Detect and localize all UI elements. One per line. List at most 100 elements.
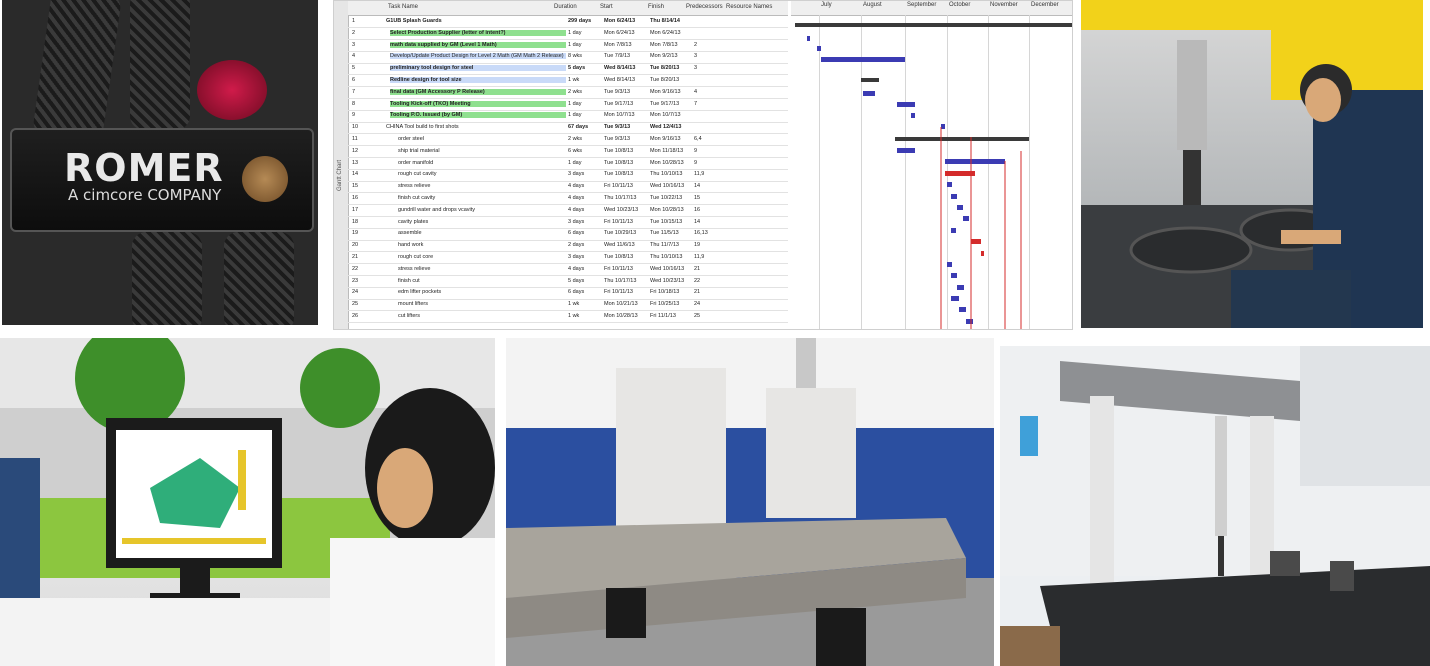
task-predecessors: 4 [694,88,698,95]
row-id: 16 [352,195,359,201]
row-id: 4 [352,53,356,60]
task-bar [951,194,957,199]
task-duration: 1 wk [568,301,580,308]
critical-bar [981,251,984,256]
task-predecessors: 16 [694,206,701,213]
task-predecessors: 9 [694,159,698,166]
task-finish: Mon 9/16/13 [650,88,681,95]
row-id: 3 [352,41,356,48]
table-row: 10 CHINA Tool build to first shots 67 days… [348,122,788,135]
task-finish: Tue 10/22/13 [650,195,683,201]
task-finish: Wed 12/4/13 [650,124,682,131]
cmm-scene [1000,346,1430,666]
task-finish: Tue 8/20/13 [650,65,680,72]
table-row: 1 G1UB Splash Guards 299 days Mon 6/24/13 Th… [348,16,788,29]
row-id: 9 [352,112,356,119]
task-finish: Mon 6/24/13 [650,29,681,36]
task-start: Wed 10/23/13 [604,206,639,213]
task-bar [947,262,952,267]
task-start: Mon 7/8/13 [604,41,632,48]
task-predecessors: 3 [694,53,698,60]
gantt-sidebar: Gantt Chart [334,1,349,329]
task-bar [911,113,915,118]
task-start: Wed 11/6/13 [604,242,635,249]
row-id: 8 [352,100,356,107]
task-predecessors: 2 [694,41,698,48]
task-finish: Tue 11/5/13 [650,230,679,237]
task-predecessors: 16,13 [694,230,708,237]
col-task-name: Task Name [388,4,419,10]
task-name: hand work [398,242,424,249]
table-row: 4 Develop/Update Product Design for Level… [348,51,788,64]
task-finish: Mon 7/8/13 [650,41,678,48]
task-predecessors: 14 [694,183,701,190]
row-id: 17 [352,206,359,213]
table-row: 16 finish cut cavity 4 days Thu 10/17/13 Tue… [348,193,788,206]
task-duration: 2 days [568,242,585,249]
task-bar [821,57,905,62]
task-name: mount lifters [398,301,428,308]
gantt-bars [795,23,1072,329]
task-duration: 4 days [568,195,585,201]
carbon-tube [31,0,123,145]
task-start: Thu 10/17/13 [604,195,637,201]
task-finish: Mon 10/28/13 [650,159,684,166]
carbon-tube [132,232,202,325]
task-predecessors: 19 [694,242,701,249]
task-start: Tue 10/29/13 [604,230,637,237]
task-finish: Mon 10/7/13 [650,112,681,119]
table-row: 19 assemble 6 days Tue 10/29/13 Tue 11/5/13 1… [348,228,788,241]
table-row: 24 edm lifter pockets 6 days Fri 10/11/13 Fr… [348,287,788,300]
task-start: Tue 10/8/13 [604,147,634,154]
task-predecessors: 15 [694,195,701,201]
task-duration: 4 days [568,183,585,190]
carbon-tube [130,0,190,130]
task-name: ship trial material [398,147,440,154]
task-start: Tue 10/8/13 [604,171,634,178]
task-duration: 3 days [568,218,585,225]
task-bar [959,307,966,312]
task-predecessors: 25 [694,313,701,319]
operator-scene [1081,0,1423,328]
task-finish: Fri 10/25/13 [650,301,680,308]
task-duration: 1 day [568,100,582,107]
task-bar [957,205,963,210]
row-id: 26 [352,313,359,319]
task-duration: 1 wk [568,313,580,319]
task-name: Redline design for tool size [390,77,566,83]
task-predecessors: 7 [694,100,698,107]
task-start: Fri 10/11/13 [604,265,633,272]
task-finish: Fri 10/18/13 [650,289,680,296]
task-name: gundrill water and drops vcavity [398,206,476,213]
brass-badge [242,156,288,202]
task-duration: 6 wks [568,147,583,154]
task-duration: 5 days [568,65,586,72]
task-bar [951,228,956,233]
row-id: 12 [352,147,359,154]
office-scene [0,338,495,666]
table-row: 21 rough cut core 3 days Tue 10/8/13 Thu 10/… [348,252,788,265]
task-name: assemble [398,230,422,237]
row-id: 22 [352,265,359,272]
row-id: 15 [352,183,359,190]
task-name: Develop/Update Product Design for Level … [390,53,566,60]
task-name: preliminary tool design for steel [390,65,566,72]
task-bar [941,124,945,129]
task-finish: Tue 9/17/13 [650,100,680,107]
gantt-header: Task Name Duration Start Finish Predeces… [348,1,788,16]
task-start: Tue 9/3/13 [604,88,631,95]
row-id: 13 [352,159,359,166]
task-name: cut lifters [398,313,421,319]
task-duration: 1 day [568,112,582,119]
col-finish: Finish [648,4,665,10]
table-row: 13 order manifold 1 day Tue 10/8/13 Mon 10/2… [348,158,788,170]
task-duration: 3 days [568,254,585,260]
task-bar [963,216,969,221]
row-id: 11 [352,136,358,142]
task-duration: 6 days [568,230,585,237]
row-id: 18 [352,218,359,225]
critical-bar [971,239,981,244]
task-bar [863,91,875,96]
task-predecessors: 6,4 [694,136,702,142]
table-row: 20 hand work 2 days Wed 11/6/13 Thu 11/7/13 1… [348,240,788,253]
